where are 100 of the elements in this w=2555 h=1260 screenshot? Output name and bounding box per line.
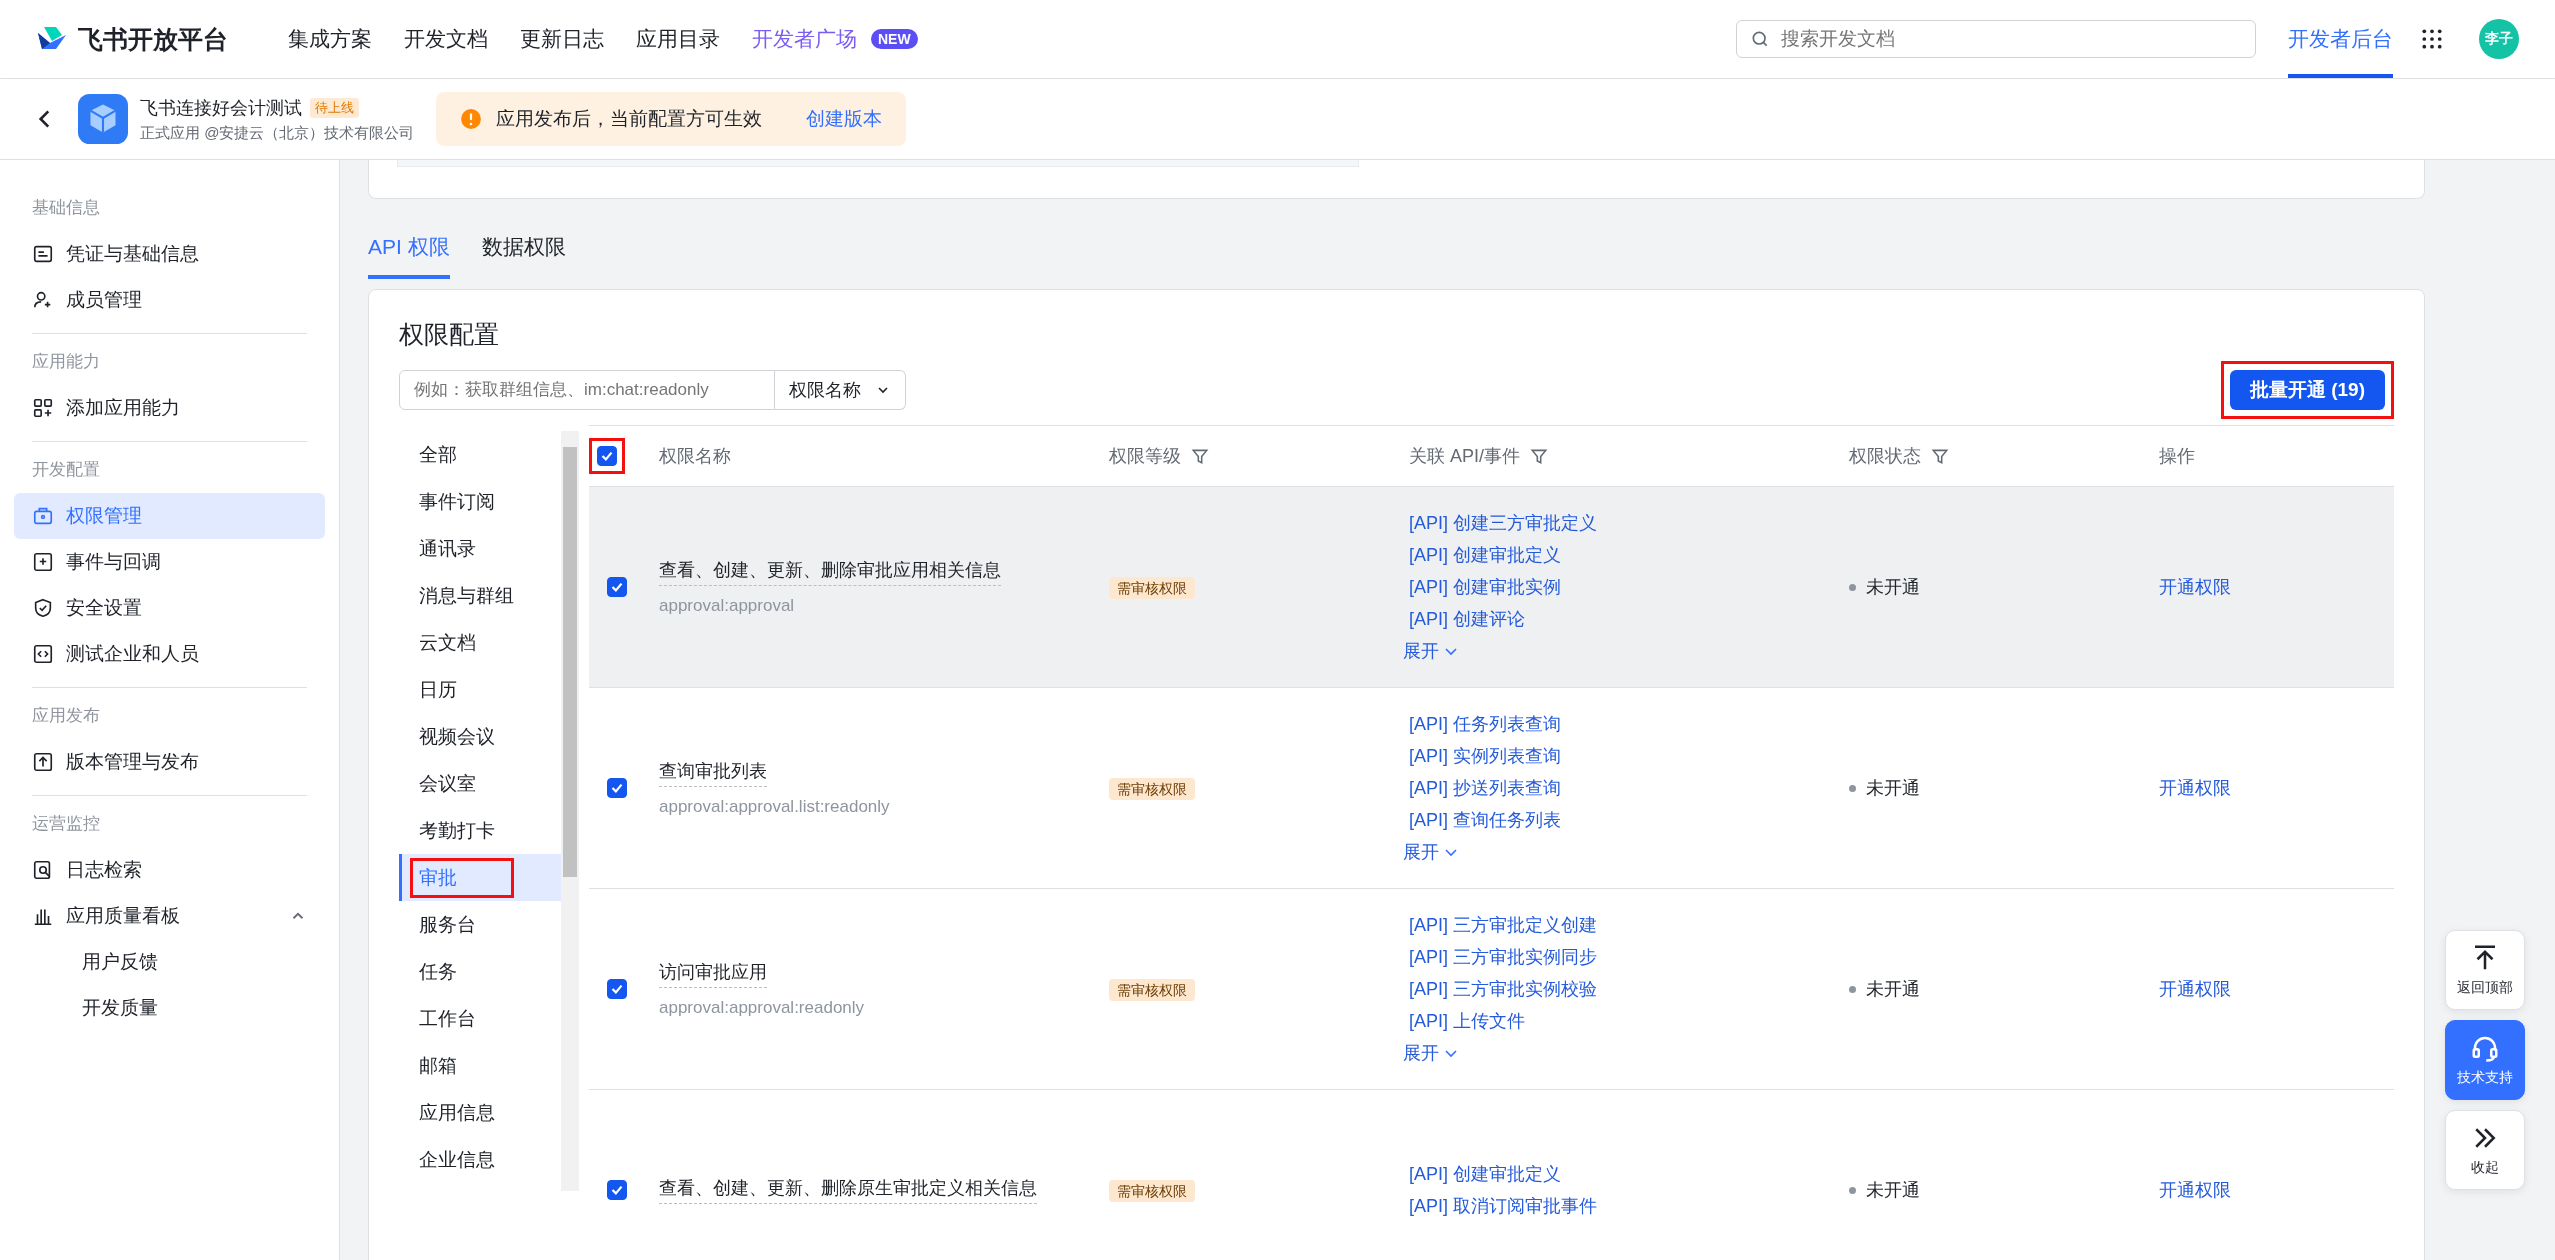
sidebar-item[interactable]: 凭证与基础信息 — [14, 231, 325, 277]
api-link[interactable]: [API] 取消订阅审批事件 — [1409, 1194, 1835, 1218]
tab[interactable]: 数据权限 — [481, 233, 566, 279]
column-header: 权限等级 — [1109, 445, 1181, 468]
category-item[interactable]: 视频会议 — [399, 713, 561, 760]
section-title: 基础信息 — [31, 197, 101, 219]
category-item[interactable]: 企业信息 — [399, 1136, 561, 1183]
category-item[interactable]: 应用信息 — [399, 1089, 561, 1136]
status-dot-icon — [1849, 1186, 1856, 1194]
api-link[interactable]: [API] 创建审批定义 — [1409, 543, 1835, 567]
sidebar-subitem[interactable]: 开发质量 — [14, 985, 325, 1031]
expand-link[interactable]: 展开 — [1403, 840, 1835, 864]
category-item[interactable]: 邮箱 — [399, 1042, 561, 1089]
enable-permission-link[interactable]: 开通权限 — [2159, 778, 2231, 798]
app-subtitle: 正式应用 @安捷云（北京）技术有限公司 — [140, 123, 415, 143]
search-field[interactable]: 搜索开发文档 — [1736, 20, 2256, 58]
table-row[interactable]: 查询审批列表 approval:approval.list:readonly 需审核权限 [API] 任务列表查询 [API] 实例列表查询 [API] 抄送列表查询 [API] 查询任务列表 展开 未开通 开通权限 — [589, 688, 2394, 889]
sidebar-item[interactable]: 成员管理 — [14, 277, 325, 323]
api-link[interactable]: [API] 任务列表查询 — [1409, 712, 1835, 736]
sidebar-item-icon — [32, 751, 54, 773]
row-checkbox[interactable] — [607, 979, 627, 999]
enable-permission-link[interactable]: 开通权限 — [2159, 577, 2231, 597]
category-item[interactable]: 会议室 — [399, 760, 561, 807]
category-item[interactable]: 云文档 — [399, 619, 561, 666]
level-tag: 需审核权限 — [1109, 777, 1195, 800]
permission-scope: approval:approval — [659, 596, 796, 616]
api-link[interactable]: [API] 查询任务列表 — [1409, 808, 1835, 832]
permission-name: 查询审批列表 — [659, 759, 767, 787]
category-item[interactable]: 任务 — [399, 948, 561, 995]
app-cube-icon — [78, 94, 128, 144]
category-item[interactable]: 全部 — [399, 431, 561, 478]
card-title: 权限配置 — [399, 319, 500, 350]
sidebar-item-icon — [32, 551, 54, 573]
nav-link[interactable]: 应用目录 — [636, 25, 720, 53]
table-row[interactable]: 查看、创建、更新、删除审批应用相关信息 approval:approval 需审核权限 [API] 创建三方审批定义 [API] 创建审批定义 [API] 创建审批实例 [API] 创建评论 展开 未开通 开通权限 — [589, 487, 2394, 688]
api-link[interactable]: [API] 创建审批定义 — [1409, 1162, 1835, 1186]
filter-icon[interactable] — [1530, 447, 1548, 465]
row-checkbox[interactable] — [607, 1180, 627, 1200]
status-dot-icon — [1849, 985, 1856, 993]
table-row[interactable]: 查看、创建、更新、删除原生审批定义相关信息 需审核权限 [API] 创建审批定义 [API] 取消订阅审批事件 未开通 开通权限 — [589, 1090, 2394, 1260]
expand-link[interactable]: 展开 — [1403, 1041, 1835, 1065]
expand-link[interactable]: 展开 — [1403, 639, 1835, 663]
scrollbar-drawing[interactable] — [561, 431, 579, 1191]
level-tag: 需审核权限 — [1109, 978, 1195, 1001]
api-link[interactable]: [API] 三方审批实例同步 — [1409, 945, 1835, 969]
category-item[interactable]: 考勤打卡 — [399, 807, 561, 854]
row-checkbox[interactable] — [607, 778, 627, 798]
batch-enable-button[interactable]: 批量开通 (19) — [2229, 370, 2385, 410]
filter-select[interactable]: 权限名称 — [775, 370, 906, 410]
category-item[interactable]: 通讯录 — [399, 525, 561, 572]
select-all-checkbox[interactable] — [597, 446, 617, 466]
category-item[interactable]: 日历 — [399, 666, 561, 713]
permission-name: 查看、创建、更新、删除审批应用相关信息 — [659, 558, 1001, 586]
floating-button[interactable]: 收起 — [2445, 1110, 2525, 1190]
nav-link[interactable]: 开发文档 — [404, 25, 488, 53]
enable-permission-link[interactable]: 开通权限 — [2159, 1180, 2231, 1200]
api-link[interactable]: [API] 三方审批定义创建 — [1409, 913, 1835, 937]
level-tag: 需审核权限 — [1109, 576, 1195, 599]
sidebar-item[interactable]: 应用质量看板 — [14, 893, 325, 939]
category-item[interactable]: 服务台 — [399, 901, 561, 948]
api-link[interactable]: [API] 创建审批实例 — [1409, 575, 1835, 599]
tab[interactable]: API 权限 — [368, 233, 450, 279]
nav-link[interactable]: 更新日志 — [520, 25, 604, 53]
sidebar-item-icon — [32, 505, 54, 527]
sidebar-item[interactable]: 权限管理 — [14, 493, 325, 539]
sidebar-item[interactable]: 日志检索 — [14, 847, 325, 893]
search-field[interactable]: 例如：获取群组信息、im:chat:readonly — [399, 370, 775, 410]
enable-permission-link[interactable]: 开通权限 — [2159, 979, 2231, 999]
category-item[interactable]: 审批 — [399, 854, 561, 901]
nav-link[interactable]: 集成方案 — [288, 25, 372, 53]
table-row[interactable]: 访问审批应用 approval:approval:readonly 需审核权限 [API] 三方审批定义创建 [API] 三方审批实例同步 [API] 三方审批实例校验 [API] 上传文件 展开 未开通 开通权限 — [589, 889, 2394, 1090]
category-item[interactable]: 消息与群组 — [399, 572, 561, 619]
filter-icon[interactable] — [1191, 447, 1209, 465]
filter-icon[interactable] — [1931, 447, 1949, 465]
api-link[interactable]: [API] 抄送列表查询 — [1409, 776, 1835, 800]
sidebar-item-icon — [32, 397, 54, 419]
status-text: 未开通 — [1866, 1179, 1920, 1202]
floating-button[interactable]: 返回顶部 — [2445, 930, 2525, 1010]
sidebar-item[interactable]: 版本管理与发布 — [14, 739, 325, 785]
sidebar-item[interactable]: 安全设置 — [14, 585, 325, 631]
sidebar-item[interactable]: 事件与回调 — [14, 539, 325, 585]
api-link[interactable]: [API] 上传文件 — [1409, 1009, 1835, 1033]
api-link[interactable]: [API] 创建三方审批定义 — [1409, 511, 1835, 535]
status-text: 未开通 — [1866, 777, 1920, 800]
api-link[interactable]: [API] 实例列表查询 — [1409, 744, 1835, 768]
sidebar-subitem[interactable]: 用户反馈 — [14, 939, 325, 985]
console-tab[interactable]: 开发者后台 — [2288, 0, 2393, 78]
floating-button[interactable]: 技术支持 — [2445, 1020, 2525, 1100]
sidebar-item[interactable]: 测试企业和人员 — [14, 631, 325, 677]
category-item[interactable]: 事件订阅 — [399, 478, 561, 525]
row-checkbox[interactable] — [607, 577, 627, 597]
api-link[interactable]: [API] 创建评论 — [1409, 607, 1835, 631]
category-item[interactable]: 工作台 — [399, 995, 561, 1042]
sidebar-item[interactable]: 添加应用能力 — [14, 385, 325, 431]
apps-grid-icon[interactable] — [2421, 28, 2443, 50]
permission-name: 查看、创建、更新、删除原生审批定义相关信息 — [659, 1176, 1037, 1204]
api-link[interactable]: [API] 三方审批实例校验 — [1409, 977, 1835, 1001]
create-version-link[interactable]: 创建版本 — [806, 106, 883, 132]
nav-link[interactable]: 开发者广场 — [752, 25, 857, 53]
new-badge: NEW — [871, 29, 918, 49]
